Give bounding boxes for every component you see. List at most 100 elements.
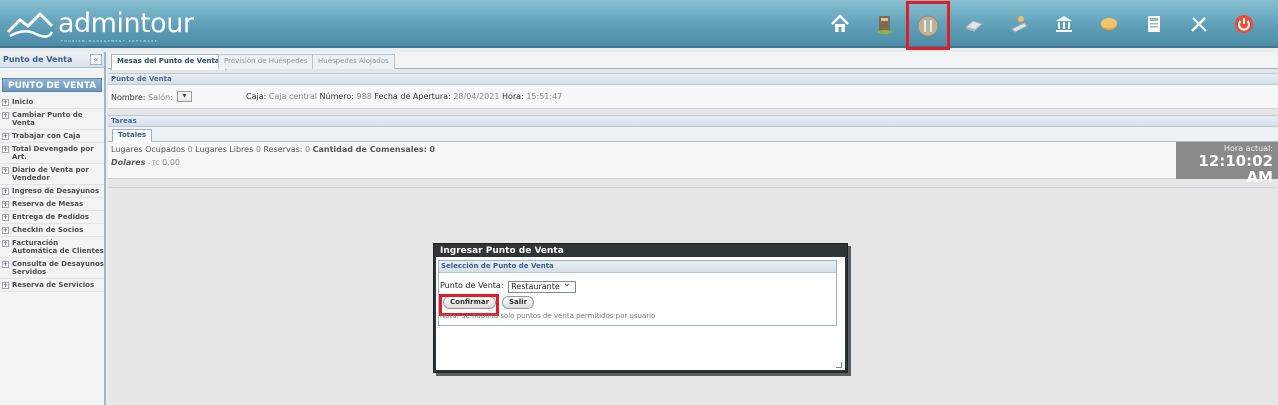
guest-icon: [1011, 16, 1028, 33]
hora-value: 15:51:47: [526, 92, 563, 101]
libres-value: 0: [255, 145, 261, 154]
bed-icon: [965, 20, 983, 32]
plus-icon: +: [2, 227, 9, 234]
sidebar-section-title: PUNTO DE VENTA: [2, 78, 102, 92]
tab-totales[interactable]: Totales: [112, 129, 153, 142]
sidebar-item-trabajar-caja[interactable]: + Trabajar con Caja: [0, 130, 104, 143]
sidebar-item-facturacion[interactable]: + Facturación Automática de Clientes: [0, 237, 104, 258]
logout-button[interactable]: [1222, 1, 1266, 47]
plus-icon: +: [2, 112, 9, 119]
select-pos-dialog: Ingresar Punto de Venta Selección de Pun…: [433, 243, 848, 373]
sidebar-collapse-button[interactable]: «: [90, 54, 102, 65]
sidebar-title: Punto de Venta: [3, 55, 73, 64]
home-button[interactable]: [818, 1, 862, 47]
clock-value: 12:10:02 AM: [1198, 152, 1273, 186]
reservas-value: 0: [305, 145, 311, 154]
calculator-button[interactable]: [1132, 1, 1176, 47]
sidebar-item-label: Reserva de Mesas: [12, 200, 84, 208]
sidebar-item-total-devengado[interactable]: + Total Devengado por Art.: [0, 143, 104, 164]
menu-pos-icon: [917, 15, 939, 36]
money-button[interactable]: [1087, 1, 1131, 47]
tasks-panel-title: Tareas: [108, 115, 1278, 127]
calculator-icon: [1148, 16, 1160, 32]
salon-select[interactable]: [177, 91, 193, 102]
tasks-sub-tabs: Totales: [108, 127, 1278, 142]
caja-info: Caja: Caja central Número: 988 Fecha de …: [246, 92, 562, 101]
tab-mesas[interactable]: Mesas del Punto de Venta: [111, 54, 226, 70]
app-logo[interactable]: admintour TOURISM MANAGEMENT SOFTWARE: [6, 6, 194, 44]
sidebar-item-label: Facturación Automática de Clientes: [12, 239, 104, 255]
resize-handle[interactable]: [836, 362, 842, 368]
sidebar-item-label: CheckIn de Socios: [12, 226, 84, 234]
exit-button[interactable]: Salir: [502, 296, 535, 309]
sidebar-menu: + Inicio + Cambiar Punto de Venta + Trabaja…: [0, 96, 104, 292]
pos-field-row: Punto de Venta: Restaurante: [440, 278, 577, 293]
tc-value: 0,00: [162, 158, 180, 167]
plus-icon: +: [2, 99, 9, 106]
nombre-value: Salón:: [148, 93, 173, 102]
power-icon: [1235, 15, 1253, 33]
sidebar-item-label: Diario de Venta por Vendedor: [12, 166, 89, 182]
caja-value: Caja central: [268, 92, 317, 101]
occupancy-summary: Lugares Ocupados 0 Lugares Libres 0 Rese…: [111, 145, 435, 154]
numero-label: Número:: [319, 92, 354, 101]
sidebar-item-reserva-mesas[interactable]: + Reserva de Mesas: [0, 198, 104, 211]
books-button[interactable]: [863, 1, 907, 47]
plus-icon: +: [2, 214, 9, 221]
bank-button[interactable]: [1042, 1, 1086, 47]
sidebar-item-label: Ingreso de Desayunos: [12, 187, 100, 195]
plus-icon: +: [2, 167, 9, 174]
tc-label: - TC: [147, 160, 160, 167]
sidebar-item-cambiar-punto[interactable]: + Cambiar Punto de Venta: [0, 109, 104, 130]
sidebar-item-inicio[interactable]: + Inicio: [0, 96, 104, 109]
fecha-label: Fecha de Apertura:: [374, 92, 451, 101]
pos-panel-title: Punto de Venta: [108, 73, 1278, 85]
plus-icon: +: [2, 188, 9, 195]
sidebar-item-diario-venta[interactable]: + Diario de Venta por Vendedor: [0, 164, 104, 185]
current-time-clock: Hora actual: 12:10:02 AM: [1176, 142, 1278, 185]
ocupados-label: Lugares Ocupados: [111, 145, 185, 154]
caja-label: Caja:: [246, 92, 267, 101]
sidebar: Punto de Venta « PUNTO DE VENTA + Inicio …: [0, 52, 106, 405]
sidebar-item-ingreso-desayunos[interactable]: + Ingreso de Desayunos: [0, 185, 104, 198]
pos-field-label: Punto de Venta:: [440, 281, 504, 290]
currency-label: Dolares: [111, 158, 146, 167]
currency-summary: Dolares - TC 0,00: [111, 158, 180, 167]
tab-huespedes-alojados[interactable]: Huéspedes Alojados: [312, 54, 395, 69]
tab-prevision-huespedes[interactable]: Previsión de Huéspedes: [218, 54, 314, 69]
numero-value: 988: [356, 92, 372, 101]
plus-icon: +: [2, 201, 9, 208]
plus-icon: +: [2, 261, 9, 268]
logo-text: admintour: [58, 8, 194, 39]
pos-panel: Nombre: Salón: Caja: Caja central Número…: [108, 85, 1278, 109]
reservas-label: Reservas:: [263, 145, 303, 154]
tools-button[interactable]: [1177, 1, 1221, 47]
app-header: admintour TOURISM MANAGEMENT SOFTWARE: [0, 0, 1278, 50]
guests-button[interactable]: [997, 1, 1041, 47]
dialog-note: Nota: Se habilita solo puntos de venta p…: [440, 312, 656, 320]
logo-tagline: TOURISM MANAGEMENT SOFTWARE: [61, 39, 159, 43]
sidebar-item-label: Reserva de Servicios: [12, 281, 95, 289]
hora-label: Hora:: [501, 92, 524, 101]
rooms-button[interactable]: [952, 1, 996, 47]
plus-icon: +: [2, 133, 9, 140]
plus-icon: +: [2, 240, 9, 247]
comensales-value: 0: [429, 145, 435, 154]
confirm-button[interactable]: Confirmar: [443, 296, 497, 309]
tools-icon: [1191, 17, 1207, 32]
sidebar-item-label: Inicio: [12, 98, 34, 106]
sidebar-item-label: Total Devengado por Art.: [12, 145, 94, 161]
sidebar-item-label: Cambiar Punto de Venta: [12, 111, 83, 127]
logo-mark-icon: [6, 11, 54, 38]
sidebar-item-checkin-socios[interactable]: + CheckIn de Socios: [0, 224, 104, 237]
sidebar-item-entrega-pedidos[interactable]: + Entrega de Pedidos: [0, 211, 104, 224]
nombre-field: Nombre: Salón:: [111, 91, 193, 103]
sidebar-item-reserva-servicios[interactable]: + Reserva de Servicios: [0, 279, 104, 292]
libres-label: Lugares Libres: [195, 145, 254, 154]
sidebar-item-label: Consulta de Desayunos Servidos: [12, 260, 104, 276]
sidebar-item-consulta-desayunos[interactable]: + Consulta de Desayunos Servidos: [0, 258, 104, 279]
pos-selection-fieldset: Selección de Punto de Venta Punto de Ven…: [438, 260, 837, 326]
pos-select[interactable]: Restaurante: [508, 278, 577, 293]
pos-menu-button[interactable]: [906, 1, 950, 50]
nombre-label: Nombre:: [111, 93, 146, 102]
